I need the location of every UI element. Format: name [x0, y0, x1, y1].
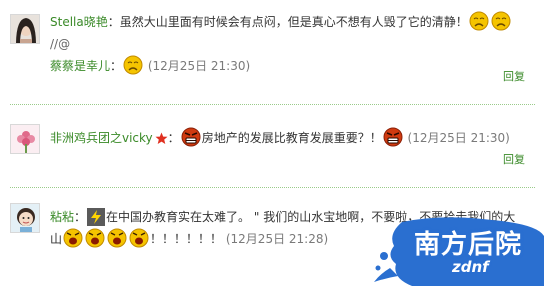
username-link[interactable]: Stella晓艳: [50, 15, 108, 29]
watermark-subtitle: zdnf: [452, 258, 489, 276]
watermark-logo: 南方后院 zdnf: [372, 216, 545, 286]
shouting-emoji-icon: [63, 228, 83, 248]
comment-text: 房地产的发展比教育发展重要？！: [201, 131, 382, 145]
colon: ：: [74, 210, 87, 224]
colon: ：: [167, 131, 180, 145]
quoted-colon: ：: [110, 59, 123, 73]
divider: [10, 187, 535, 188]
avatar[interactable]: [10, 203, 40, 233]
star-badge-icon: [155, 130, 168, 152]
timestamp: (12月25日 21:30): [147, 59, 251, 73]
divider: [10, 104, 535, 105]
shouting-emoji-icon: [85, 228, 105, 248]
reply-link[interactable]: 回复: [503, 68, 525, 84]
sad-emoji-icon: [491, 11, 511, 31]
reply-link[interactable]: 回复: [503, 151, 525, 167]
reply-prefix: //@: [50, 37, 71, 51]
timestamp: (12月25日 21:30): [407, 131, 510, 145]
angry-emoji-icon: [181, 127, 201, 147]
lightning-icon: [87, 208, 106, 226]
avatar[interactable]: [10, 14, 40, 44]
timestamp: (12月25日 21:28): [225, 232, 329, 246]
shouting-emoji-icon: [107, 228, 127, 248]
comment-text: 在中国办教育实在太难了。: [106, 210, 251, 224]
comment-text: 山: [50, 232, 63, 246]
angry-emoji-icon: [383, 127, 403, 147]
username-link[interactable]: 非洲鸡兵团之vicky: [50, 131, 153, 145]
avatar[interactable]: [10, 124, 40, 154]
exclamations: ！！！！！！: [150, 232, 223, 246]
shouting-emoji-icon: [129, 228, 149, 248]
sad-emoji-icon: [469, 11, 489, 31]
username-link[interactable]: 粘粘: [50, 210, 74, 224]
comment-text: ：虽然大山里面有时候会有点闷，但是真心不想有人毁了它的清静！: [107, 15, 468, 29]
watermark-title: 南方后院: [414, 230, 523, 260]
quoted-username-link[interactable]: 蔡蔡是幸儿: [50, 59, 110, 73]
sad-emoji-icon: [123, 55, 143, 75]
